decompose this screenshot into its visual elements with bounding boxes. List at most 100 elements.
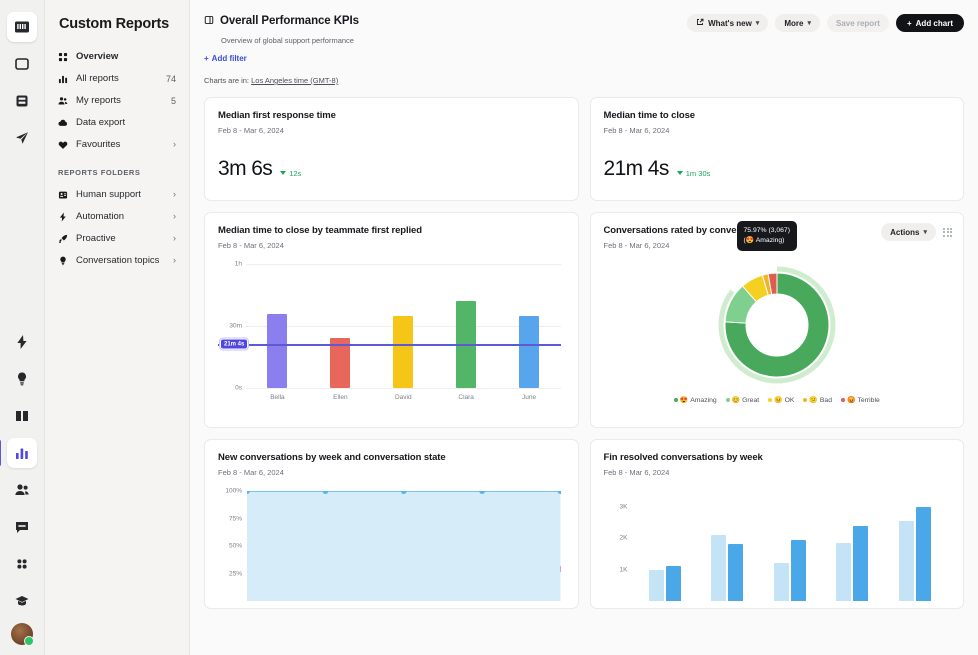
bar-group[interactable] — [884, 491, 947, 601]
card-actions: Actions ▾ — [881, 223, 952, 241]
add-chart-button[interactable]: + Add chart — [896, 14, 964, 32]
bar[interactable] — [666, 566, 681, 601]
reference-line — [218, 344, 561, 346]
sidebar-item-favourites[interactable]: Favourites › — [52, 134, 182, 155]
bar-column[interactable] — [435, 264, 498, 388]
area-chart-plot — [247, 491, 561, 601]
page-title: Overall Performance KPIs — [220, 15, 359, 27]
card-date-range: Feb 8 - Mar 6, 2024 — [218, 468, 565, 477]
bar[interactable] — [267, 314, 287, 388]
bar[interactable] — [649, 570, 664, 601]
bar-column[interactable] — [309, 264, 372, 388]
chevron-right-icon: › — [173, 256, 176, 265]
card-conversations-rated[interactable]: Conversations rated by conversation rati… — [590, 212, 965, 428]
card-fin-resolved-conversations[interactable]: Fin resolved conversations by week Feb 8… — [590, 439, 965, 609]
sidebar-item-label: Data export — [76, 117, 176, 128]
y-axis-tick: 30m — [229, 323, 242, 330]
cloud-icon — [58, 118, 71, 128]
kpi-delta: 1m 30s — [677, 169, 711, 178]
sidebar-folder-proactive[interactable]: Proactive › — [52, 228, 182, 249]
apps-icon[interactable] — [7, 549, 37, 579]
people-icon — [58, 96, 71, 106]
card-median-first-response-time[interactable]: Median first response time Feb 8 - Mar 6… — [204, 97, 579, 201]
whats-new-button[interactable]: What's new ▾ — [687, 14, 768, 32]
bar-column[interactable] — [246, 264, 309, 388]
user-avatar[interactable] — [11, 623, 33, 645]
conversations-icon[interactable] — [7, 49, 37, 79]
card-date-range: Feb 8 - Mar 6, 2024 — [218, 241, 565, 250]
sidebar-item-label: Favourites — [76, 139, 173, 150]
sidebar-item-label: All reports — [76, 73, 166, 84]
sidebar-item-overview[interactable]: Overview — [52, 46, 182, 67]
area-chart-svg — [247, 491, 561, 601]
knowledge-icon[interactable] — [7, 401, 37, 431]
add-filter-button[interactable]: + Add filter — [204, 54, 247, 63]
academy-icon[interactable] — [7, 586, 37, 616]
bar-chart-plot: 21m 4s — [246, 264, 561, 388]
bar[interactable] — [916, 507, 931, 601]
drag-handle-icon[interactable] — [943, 228, 952, 237]
reference-line-label: 21m 4s — [220, 339, 248, 350]
area-chart: 100%75%50%25% — [218, 491, 565, 609]
x-axis-tick: Clara — [435, 394, 498, 401]
sidebar-item-count: 5 — [171, 96, 176, 106]
more-button[interactable]: More ▾ — [775, 14, 820, 32]
timezone-prefix: Charts are in: — [204, 76, 251, 85]
send-icon[interactable] — [7, 123, 37, 153]
bar[interactable] — [791, 540, 806, 601]
card-title: Fin resolved conversations by week — [604, 452, 951, 463]
bar[interactable] — [519, 316, 539, 388]
card-new-conversations-by-week[interactable]: New conversations by week and conversati… — [204, 439, 579, 609]
bar[interactable] — [774, 563, 789, 601]
bar-group[interactable] — [634, 491, 697, 601]
add-chart-label: Add chart — [916, 19, 953, 28]
reports-icon[interactable] — [7, 438, 37, 468]
actions-button[interactable]: Actions ▾ — [881, 223, 936, 241]
sidebar-item-my-reports[interactable]: My reports 5 — [52, 90, 182, 111]
x-axis-tick: Ellen — [309, 394, 372, 401]
sidebar-item-data-export[interactable]: Data export — [52, 112, 182, 133]
app-window: Custom Reports Overview All reports 74 M… — [0, 0, 978, 655]
kpi-value-row: 3m 6s 12s — [218, 157, 565, 181]
rocket-icon — [58, 234, 71, 244]
bar[interactable] — [836, 543, 851, 601]
triangle-down-icon — [280, 171, 286, 175]
sidebar-title: Custom Reports — [45, 16, 189, 32]
tickets-icon[interactable] — [7, 86, 37, 116]
bar-group[interactable] — [696, 491, 759, 601]
add-filter-label: Add filter — [212, 54, 247, 63]
actions-label: Actions — [890, 228, 919, 237]
sidebar-folder-human-support[interactable]: Human support › — [52, 184, 182, 205]
bar[interactable] — [728, 544, 743, 601]
y-axis-tick: 2K — [620, 535, 628, 542]
bar-group[interactable] — [821, 491, 884, 601]
sidebar-folder-conversation-topics[interactable]: Conversation topics › — [52, 250, 182, 271]
sidebar-folder-automation[interactable]: Automation › — [52, 206, 182, 227]
bar[interactable] — [711, 535, 726, 601]
contacts-icon[interactable] — [7, 475, 37, 505]
bar-chart-icon — [58, 74, 71, 84]
sidebar-item-all-reports[interactable]: All reports 74 — [52, 68, 182, 89]
bar[interactable] — [853, 526, 868, 601]
page-header: Overall Performance KPIs Overview of glo… — [204, 12, 964, 85]
timezone-link[interactable]: Los Angeles time (GMT-8) — [251, 76, 338, 85]
messenger-icon[interactable] — [7, 512, 37, 542]
card-median-time-to-close[interactable]: Median time to close Feb 8 - Mar 6, 2024… — [590, 97, 965, 201]
inbox-logo-icon[interactable] — [7, 12, 37, 42]
bar-column[interactable] — [498, 264, 561, 388]
kpi-value: 21m 4s — [604, 157, 669, 181]
save-report-button[interactable]: Save report — [827, 14, 889, 32]
bar-group[interactable] — [759, 491, 822, 601]
card-median-time-to-close-by-teammate[interactable]: Median time to close by teammate first r… — [204, 212, 579, 428]
automation-icon[interactable] — [7, 327, 37, 357]
kpi-delta-value: 1m 30s — [686, 169, 711, 178]
card-title: Median time to close by teammate first r… — [218, 225, 565, 236]
bar-column[interactable] — [372, 264, 435, 388]
grid-icon — [58, 52, 71, 62]
support-icon — [58, 190, 71, 200]
bar[interactable] — [393, 316, 413, 388]
bar[interactable] — [899, 521, 914, 601]
y-axis-tick: 50% — [229, 543, 242, 550]
ideas-icon[interactable] — [7, 364, 37, 394]
card-title: New conversations by week and conversati… — [218, 452, 565, 463]
